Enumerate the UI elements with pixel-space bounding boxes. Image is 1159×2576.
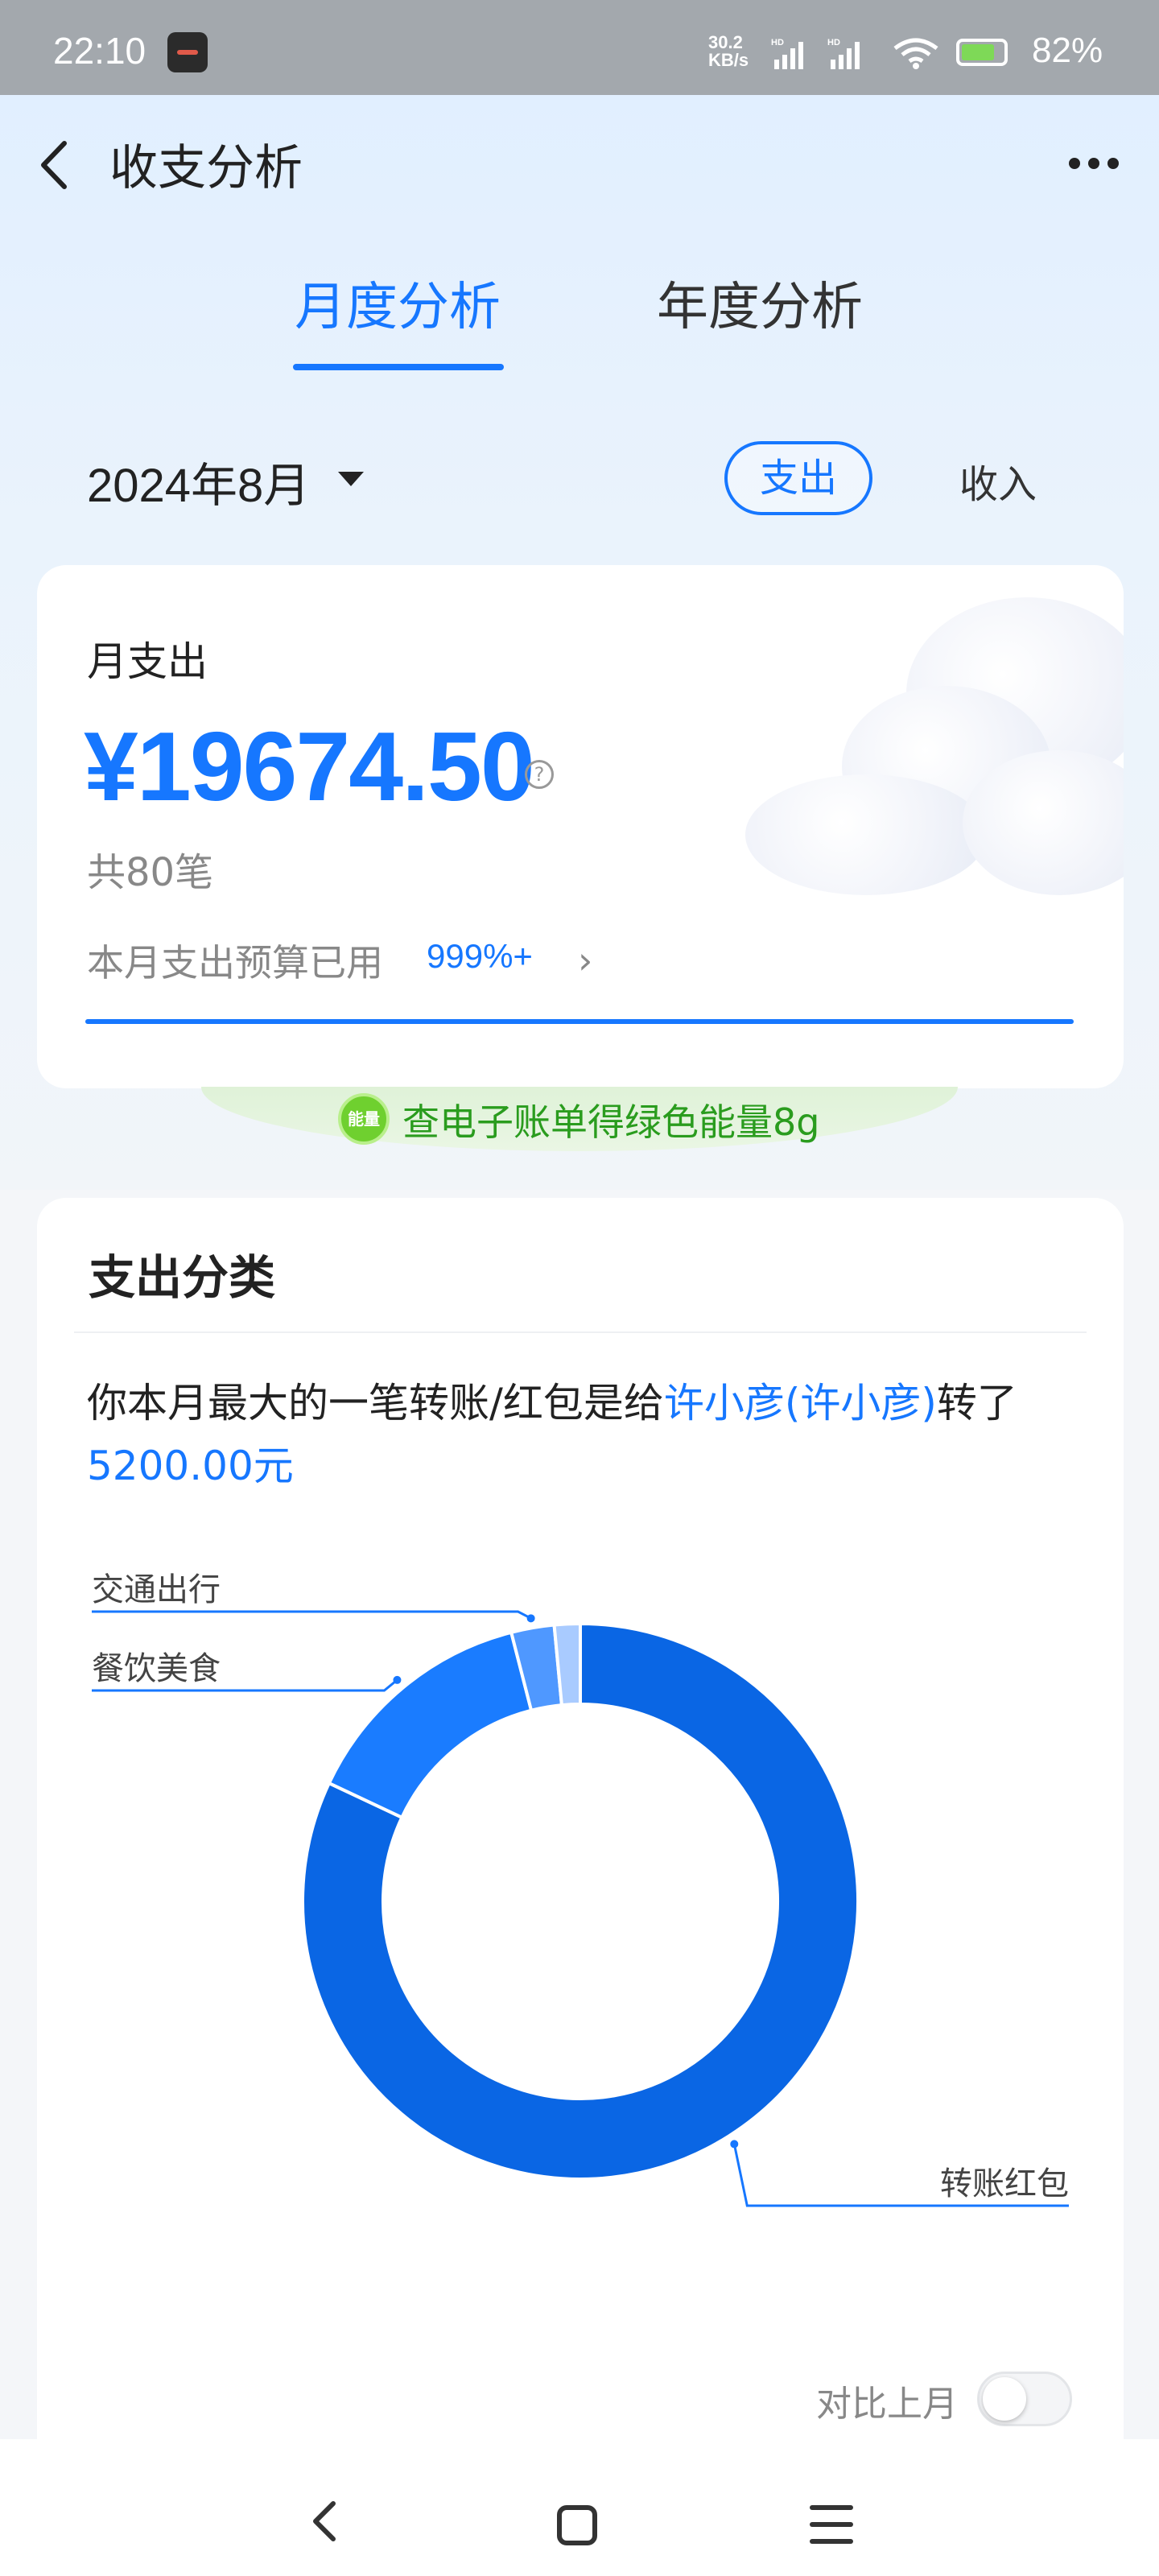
nav-back-icon[interactable]	[307, 2499, 340, 2544]
nav-home-icon[interactable]	[557, 2505, 597, 2545]
divider	[74, 1331, 1087, 1333]
nav-recents-icon[interactable]	[810, 2505, 853, 2544]
cloud-decoration	[745, 774, 987, 895]
toggle-knob	[983, 2377, 1026, 2421]
month-selector[interactable]: 2024年8月	[87, 448, 310, 515]
status-bar: 22:10 30.2 KB/s HD HD 82%	[0, 0, 1159, 95]
network-speed-unit: KB/s	[708, 50, 749, 70]
compare-last-month-label: 对比上月	[816, 2384, 958, 2425]
summary-amount: ¥19674.50	[84, 712, 535, 821]
tab-monthly-analysis[interactable]: 月度分析	[295, 266, 501, 340]
green-energy-icon: 能量	[338, 1093, 390, 1145]
back-icon[interactable]	[34, 137, 74, 193]
recorder-app-icon	[167, 32, 208, 72]
slice-label-2: 交通出行	[92, 1571, 221, 1608]
battery-icon	[956, 39, 1008, 66]
summary-label: 月支出	[87, 638, 208, 685]
leader-line-2	[92, 1610, 532, 1620]
budget-progress-bar	[85, 1019, 1074, 1024]
energy-banner-text[interactable]: 查电子账单得绿色能量8g	[402, 1093, 819, 1146]
insight-mid: 转了	[936, 1380, 1017, 1426]
expense-donut-chart[interactable]: 转账红包 餐饮美食 交通出行	[37, 1504, 1124, 2309]
cell-signal-icon: HD	[771, 38, 803, 69]
monthly-summary-card: 月支出 ¥19674.50 ? 共80笔 本月支出预算已用 999%+ ›	[37, 565, 1124, 1088]
cell-signal-2-icon: HD	[827, 38, 860, 69]
chevron-right-icon[interactable]: ›	[578, 939, 592, 982]
category-title: 支出分类	[89, 1250, 276, 1305]
budget-progress-fill	[85, 1019, 1074, 1024]
budget-usage-value[interactable]: 999%+	[427, 937, 533, 976]
expense-category-card: 支出分类 你本月最大的一笔转账/红包是给许小彦(许小彦)转了 5200.00元 转…	[37, 1198, 1124, 2454]
status-time: 22:10	[53, 30, 146, 72]
donut-slice-1[interactable]	[327, 1630, 534, 1820]
income-toggle-button[interactable]: 收入	[959, 452, 1037, 509]
page-title: 收支分析	[109, 140, 303, 196]
help-icon[interactable]: ?	[525, 760, 554, 789]
budget-label[interactable]: 本月支出预算已用	[87, 934, 383, 987]
wifi-icon	[893, 38, 938, 69]
slice-label-0: 转账红包	[940, 2165, 1069, 2202]
slice-label-1: 餐饮美食	[92, 1650, 221, 1687]
caret-down-icon[interactable]	[338, 472, 364, 486]
insight-person-link[interactable]: 许小彦(许小彦)	[664, 1380, 937, 1426]
compare-last-month-toggle[interactable]	[977, 2372, 1072, 2426]
more-options-icon[interactable]	[1066, 151, 1122, 175]
insight-amount: 5200.00元	[87, 1443, 294, 1489]
largest-transfer-insight: 你本月最大的一笔转账/红包是给许小彦(许小彦)转了 5200.00元	[87, 1372, 1085, 1497]
system-navigation-bar	[0, 2439, 1159, 2576]
battery-percent: 82%	[1032, 31, 1103, 70]
insight-prefix: 你本月最大的一笔转账/红包是给	[87, 1380, 664, 1426]
network-speed-value: 30.2	[708, 32, 743, 52]
transaction-count: 共80笔	[87, 850, 214, 895]
network-speed: 30.2 KB/s	[708, 34, 749, 69]
svg-text:HD: HD	[827, 38, 840, 47]
svg-text:HD: HD	[771, 38, 784, 47]
active-tab-indicator	[293, 364, 504, 370]
expense-toggle-button[interactable]: 支出	[724, 441, 872, 515]
tab-yearly-analysis[interactable]: 年度分析	[657, 266, 863, 340]
